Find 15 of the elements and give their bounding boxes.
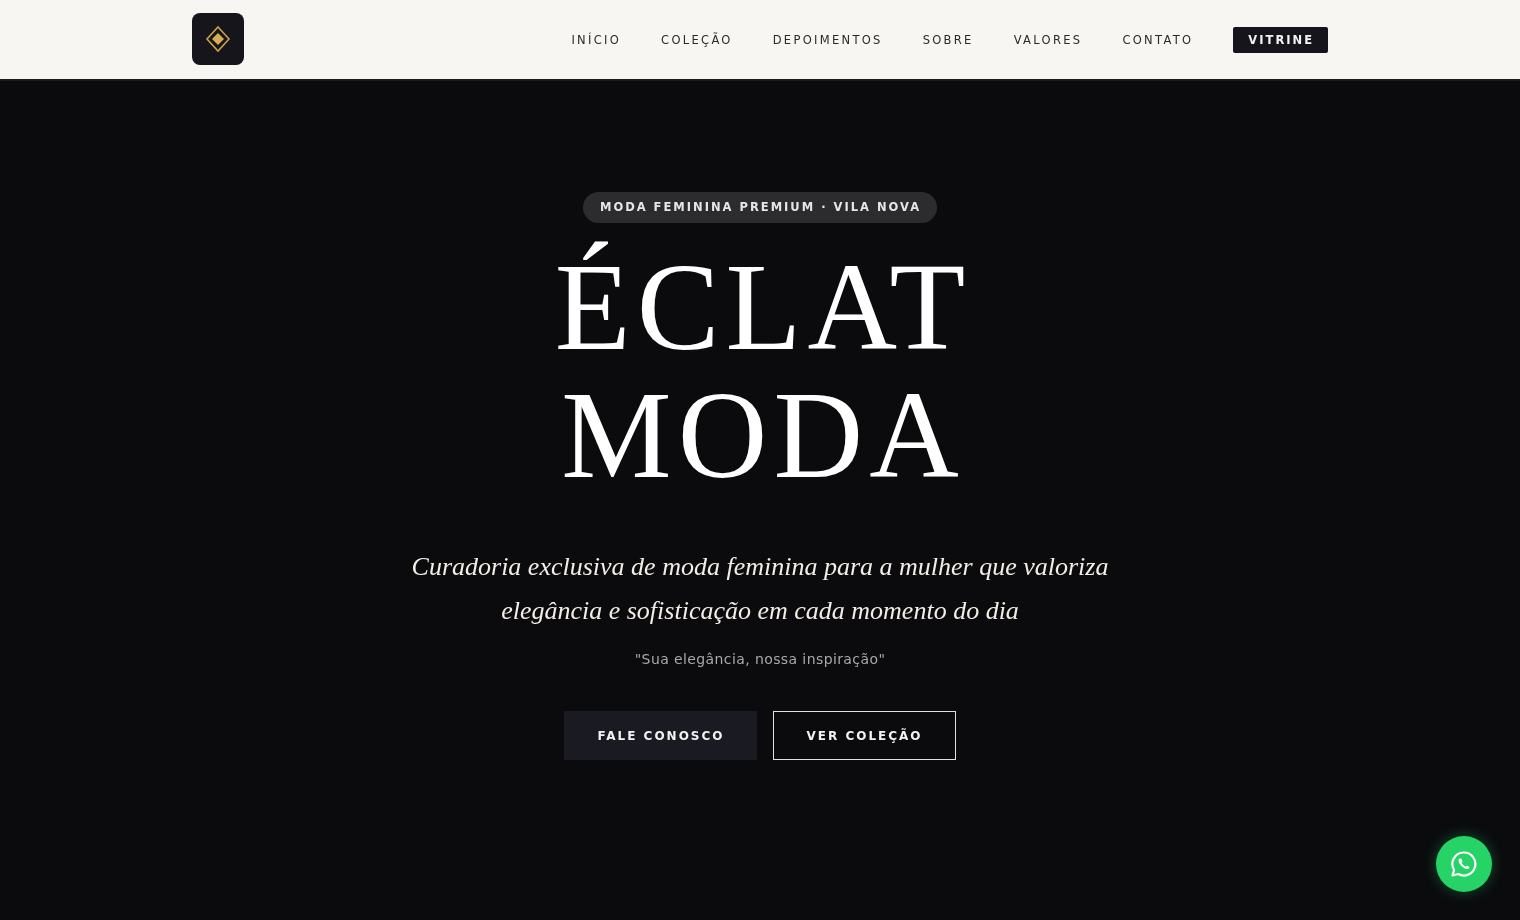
- hero-button[interactable]: FALE CONOSCO: [564, 711, 758, 760]
- chat-button[interactable]: [1436, 836, 1492, 892]
- hero-subtitle: Curadoria exclusiva de moda feminina para a mulher que valoriza elegância e sofisticação em cada momento do dia: [410, 551, 1110, 627]
- nav-link[interactable]: VALORES: [1013, 33, 1083, 47]
- tagline-pill: MODA FEMININA PREMIUM · VILA NOVA: [582, 192, 938, 223]
- diamond-logo-icon[interactable]: [192, 12, 244, 65]
- nav-link[interactable]: CONTATO: [1122, 33, 1194, 47]
- nav-link[interactable]: SOBRE: [922, 33, 974, 47]
- phone-speech-bubble-icon: [1450, 850, 1478, 878]
- nav-link[interactable]: INÍCIO: [571, 33, 622, 47]
- hero-quote: "Sua elegância, nossa inspiração": [634, 650, 886, 669]
- hero-button[interactable]: VER COLEÇÃO: [773, 711, 956, 760]
- nav-link[interactable]: COLEÇÃO: [661, 33, 733, 47]
- nav-link[interactable]: DEPOIMENTOS: [772, 33, 883, 47]
- vitrine-button[interactable]: VITRINE: [1233, 27, 1328, 53]
